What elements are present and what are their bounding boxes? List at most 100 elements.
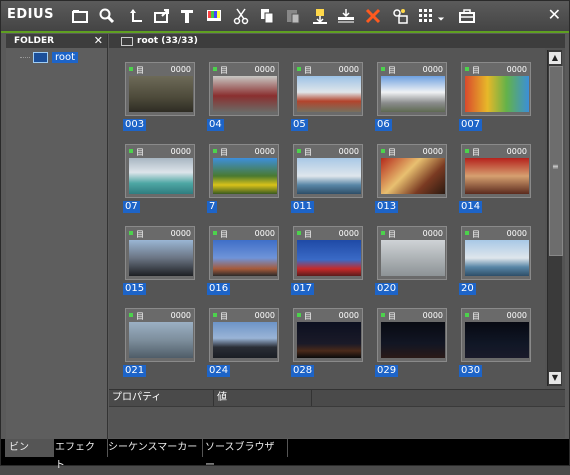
clip-type-icon: 目 [388, 230, 396, 239]
tab-bin[interactable]: ビン [5, 439, 54, 457]
clip-item[interactable]: 目 0000 029 [375, 308, 447, 377]
text-icon[interactable] [176, 5, 198, 27]
clip-name[interactable]: 024 [207, 365, 231, 377]
folder-tree-root-label: root [52, 52, 79, 63]
add-to-timeline-icon[interactable] [309, 5, 331, 27]
clip-name[interactable]: 013 [375, 201, 399, 213]
clip-item[interactable]: 目 0000 003 [123, 62, 195, 131]
tab-bar: ビン エフェクト シーケンスマーカー ソースブラウザー [1, 439, 569, 471]
tab-source-browser[interactable]: ソースブラウザー [201, 439, 288, 471]
clip-timecode: 0000 [338, 229, 359, 238]
clip-item[interactable]: 目 0000 011 [291, 144, 363, 213]
clip-frame: 目 0000 [377, 62, 447, 116]
clip-type-icon: 目 [472, 148, 480, 157]
clip-name[interactable]: 021 [123, 365, 147, 377]
vertical-scrollbar[interactable]: ▲ ≡ ▼ [547, 50, 563, 386]
clip-timecode: 0000 [254, 147, 275, 156]
clip-type-icon: 目 [472, 312, 480, 321]
clip-header: 目 0000 [465, 229, 529, 239]
delete-icon[interactable] [362, 5, 384, 27]
scroll-up-button[interactable]: ▲ [549, 52, 561, 64]
clip-timecode: 0000 [254, 229, 275, 238]
clip-item[interactable]: 目 0000 014 [459, 144, 531, 213]
clip-item[interactable]: 目 0000 07 [123, 144, 195, 213]
clip-item[interactable]: 目 0000 04 [207, 62, 279, 131]
clip-item[interactable]: 目 0000 017 [291, 226, 363, 295]
dropdown-icon[interactable] [434, 5, 448, 27]
clip-header: 目 0000 [129, 65, 193, 75]
clip-item[interactable]: 目 0000 020 [375, 226, 447, 295]
clip-name[interactable]: 014 [459, 201, 483, 213]
clip-item[interactable]: 目 0000 7 [207, 144, 279, 213]
folder-tree-root[interactable]: root [20, 52, 79, 63]
clip-name[interactable]: 7 [207, 201, 218, 213]
clip-name[interactable]: 028 [291, 365, 315, 377]
clip-item[interactable]: 目 0000 013 [375, 144, 447, 213]
clip-name[interactable]: 06 [375, 119, 392, 131]
video-indicator-icon [297, 231, 301, 235]
clip-frame: 目 0000 [461, 226, 531, 280]
folder-close-button[interactable]: ✕ [94, 34, 103, 48]
paste-icon[interactable] [282, 5, 304, 27]
close-window-button[interactable]: ✕ [548, 5, 561, 24]
properties-icon[interactable] [389, 5, 411, 27]
search-icon[interactable] [96, 5, 118, 27]
insert-icon[interactable] [335, 5, 357, 27]
clip-timecode: 0000 [422, 311, 443, 320]
clip-item[interactable]: 目 0000 015 [123, 226, 195, 295]
tab-effects[interactable]: エフェクト [51, 439, 108, 471]
clip-name[interactable]: 029 [375, 365, 399, 377]
scrollbar-thumb[interactable]: ≡ [549, 66, 563, 256]
clip-frame: 目 0000 [293, 226, 363, 280]
clip-thumbnail [213, 158, 277, 194]
clip-item[interactable]: 目 0000 021 [123, 308, 195, 377]
clip-frame: 目 0000 [377, 308, 447, 362]
clip-timecode: 0000 [506, 311, 527, 320]
clip-type-icon: 目 [472, 230, 480, 239]
clip-grid: 目 0000 003 目 0000 04 目 0000 05 目 0000 06 目 0000 007 目 00… [109, 48, 545, 389]
clip-item[interactable]: 目 0000 030 [459, 308, 531, 377]
clip-name[interactable]: 07 [123, 201, 140, 213]
clip-name[interactable]: 04 [207, 119, 224, 131]
clip-item[interactable]: 目 0000 024 [207, 308, 279, 377]
clip-item[interactable]: 目 0000 05 [291, 62, 363, 131]
clip-name[interactable]: 030 [459, 365, 483, 377]
clip-name[interactable]: 003 [123, 119, 147, 131]
clip-name[interactable]: 20 [459, 283, 476, 295]
clip-item[interactable]: 目 0000 028 [291, 308, 363, 377]
video-indicator-icon [381, 149, 385, 153]
copy-icon[interactable] [256, 5, 278, 27]
clip-timecode: 0000 [506, 65, 527, 74]
value-column-header[interactable]: 値 [213, 390, 227, 406]
clip-item[interactable]: 目 0000 016 [207, 226, 279, 295]
bin-tools-icon[interactable] [456, 5, 478, 27]
cut-icon[interactable] [230, 5, 252, 27]
properties-panel: プロパティ 値 [109, 389, 565, 438]
folder-icon[interactable] [69, 5, 91, 27]
scroll-down-button[interactable]: ▼ [549, 372, 561, 384]
video-indicator-icon [213, 149, 217, 153]
clip-thumbnail [129, 158, 193, 194]
clip-item[interactable]: 目 0000 06 [375, 62, 447, 131]
clip-timecode: 0000 [254, 311, 275, 320]
properties-column-header[interactable]: プロパティ [112, 390, 161, 406]
clip-name[interactable]: 016 [207, 283, 231, 295]
up-arrow-icon[interactable] [125, 5, 147, 27]
tab-sequence-markers[interactable]: シーケンスマーカー [104, 439, 203, 457]
clip-item[interactable]: 目 0000 007 [459, 62, 531, 131]
clip-item[interactable]: 目 0000 20 [459, 226, 531, 295]
clip-name[interactable]: 05 [291, 119, 308, 131]
clip-name[interactable]: 015 [123, 283, 147, 295]
export-icon[interactable] [151, 5, 173, 27]
color-bars-icon[interactable] [203, 5, 225, 27]
clip-header: 目 0000 [381, 311, 445, 321]
video-indicator-icon [129, 231, 133, 235]
clip-type-icon: 目 [388, 148, 396, 157]
clip-name[interactable]: 007 [459, 119, 483, 131]
video-indicator-icon [213, 67, 217, 71]
clip-name[interactable]: 020 [375, 283, 399, 295]
clip-thumbnail [297, 158, 361, 194]
clip-name[interactable]: 017 [291, 283, 315, 295]
clip-header: 目 0000 [213, 147, 277, 157]
clip-name[interactable]: 011 [291, 201, 315, 213]
